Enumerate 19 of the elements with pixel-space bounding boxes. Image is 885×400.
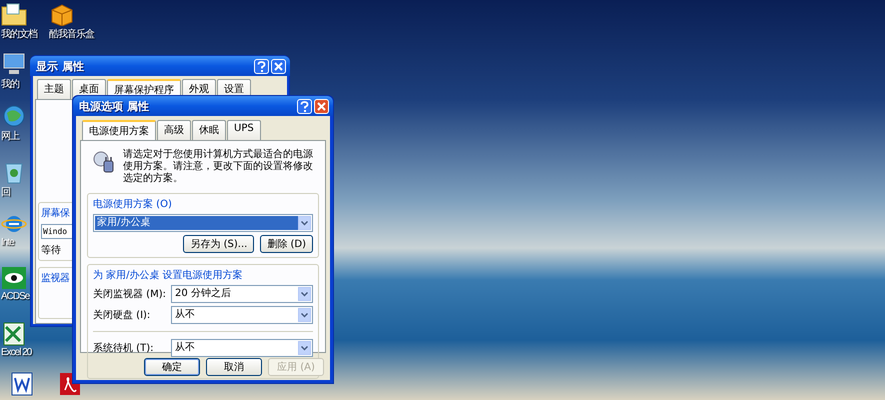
setting-label: 关闭监视器 (M):: [93, 288, 167, 301]
icon-label: 网上: [1, 130, 19, 143]
group-label: 为 家用/办公桌 设置电源使用方案: [93, 268, 244, 282]
icon-label: Excel 20: [1, 347, 32, 358]
window-title: 电源选项 属性: [79, 98, 149, 114]
group-label: 监视器: [41, 272, 70, 286]
description-text: 请选定对于您使用计算机方式最适合的电源使用方案。请注意，更改下面的设置将修改选定的方案。: [123, 149, 314, 185]
icon-label: 酷我音乐盒: [49, 28, 94, 41]
icon-label: 我的文档: [1, 28, 37, 41]
setting-label: 系统待机 (T):: [93, 342, 154, 355]
group-label: 电源使用方案 (O): [93, 198, 173, 211]
icon-label: 回: [1, 186, 10, 199]
icon-label: 我的: [1, 78, 19, 91]
wait-label: 等待: [41, 244, 61, 258]
icon-label: ACDSe: [1, 291, 30, 302]
setting-label: 关闭硬盘 (I):: [93, 308, 152, 322]
icon-label: Inte: [1, 237, 14, 248]
window-title: 显示 属性: [36, 58, 84, 74]
group-label: 屏幕保: [41, 206, 70, 220]
